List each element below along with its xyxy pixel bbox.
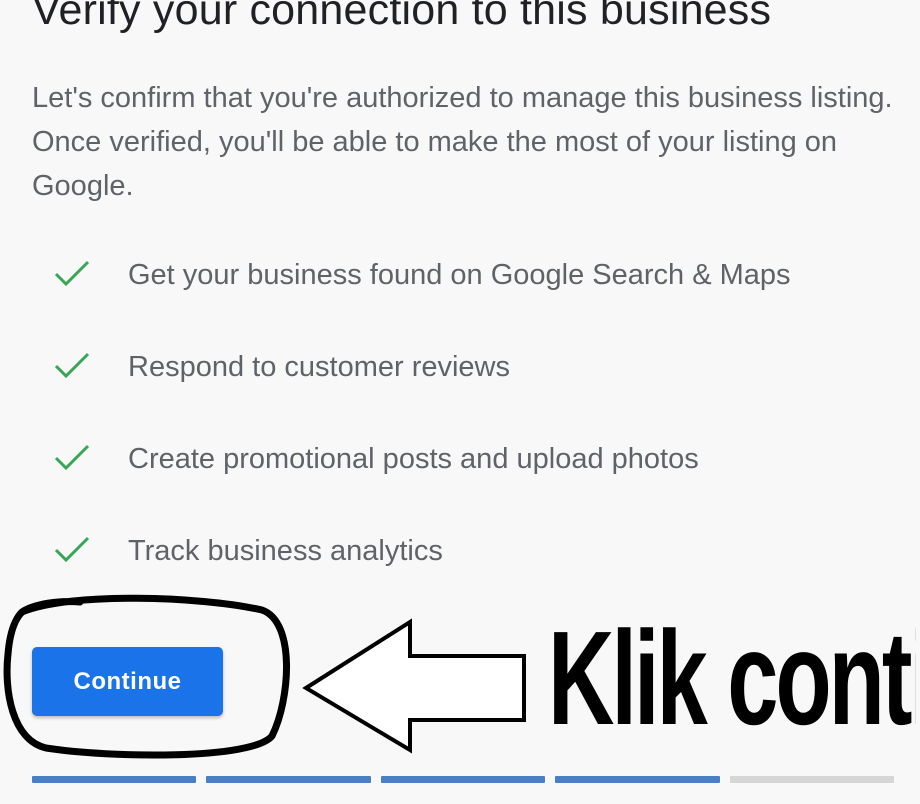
- benefits-list: Get your business found on Google Search…: [0, 246, 920, 614]
- page-title: Verify your connection to this business: [32, 0, 772, 34]
- annotation-text: Klik continue: [548, 605, 916, 753]
- benefit-text: Get your business found on Google Search…: [128, 259, 791, 291]
- check-icon: [54, 352, 90, 379]
- progress-segment: [32, 776, 197, 783]
- progress-segment: [206, 776, 371, 783]
- benefit-item: Respond to customer reviews: [0, 338, 920, 430]
- page-description: Let's confirm that you're authorized to …: [32, 82, 893, 202]
- check-icon: [54, 536, 90, 563]
- benefit-text: Respond to customer reviews: [128, 351, 510, 383]
- continue-button[interactable]: Continue: [32, 647, 223, 716]
- benefit-item: Get your business found on Google Search…: [0, 246, 920, 338]
- benefit-item: Create promotional posts and upload phot…: [0, 430, 920, 522]
- check-icon: [54, 444, 90, 471]
- benefit-text: Track business analytics: [128, 535, 443, 567]
- progress-segment: [380, 776, 546, 783]
- outline-arrow-left-icon: [302, 618, 526, 754]
- benefit-text: Create promotional posts and upload phot…: [128, 443, 699, 475]
- check-icon: [54, 260, 90, 287]
